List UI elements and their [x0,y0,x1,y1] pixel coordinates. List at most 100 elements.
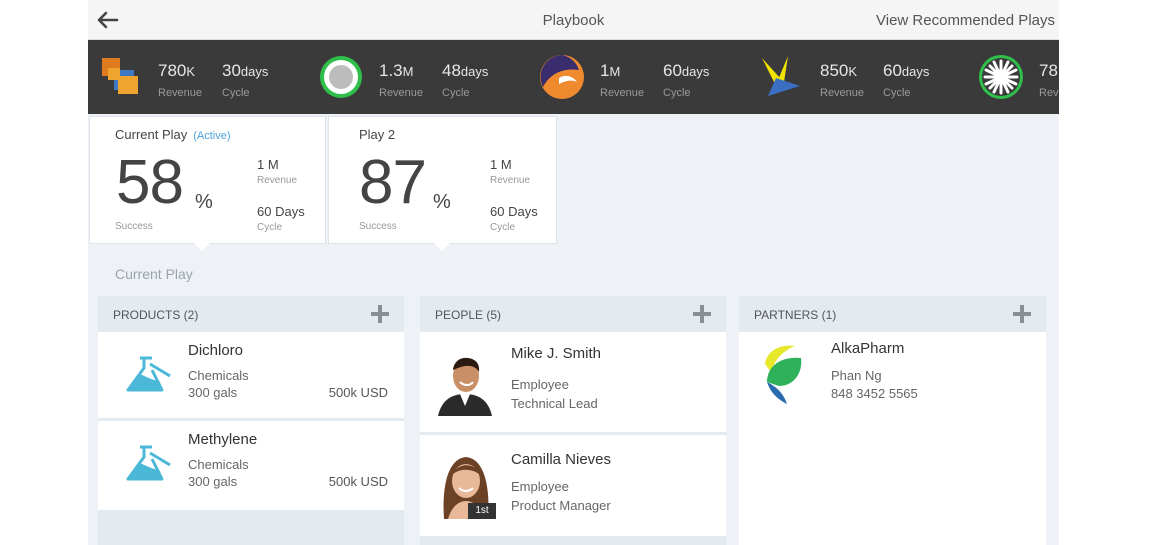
play-cycle-value: 60 Days [257,204,305,219]
person-type: Employee [511,377,569,392]
play-title: Current Play [115,127,188,142]
partner-contact: Phan Ng [831,368,882,383]
stat-item[interactable]: 78 Rev [978,40,1059,114]
product-item[interactable]: Methylene Chemicals 300 gals 500k USD [98,421,404,510]
yellow-y-logo-icon [762,56,800,96]
green-starburst-logo-icon [979,55,1023,99]
stat-revenue-value: 850 [820,61,849,80]
stat-revenue-unit: K [186,64,196,79]
person-item[interactable]: Mike J. Smith Employee Technical Lead [420,332,726,432]
stat-item[interactable]: 780K Revenue 30days Cycle [100,40,300,114]
stats-bar: 780K Revenue 30days Cycle 1.3M Revenue 4… [88,40,1059,114]
partner-name: AlkaPharm [831,340,905,357]
person-role: Technical Lead [511,396,598,411]
play-title: Play 2 [359,127,396,142]
play-cycle-value: 60 Days [490,204,538,219]
product-name: Methylene [188,431,258,448]
stat-revenue-unit: K [848,64,858,79]
stat-revenue-label: Revenue [379,87,424,99]
play-success-percent: 58 [116,148,184,217]
products-header: PRODUCTS (2) [98,296,404,331]
success-label: Success [115,221,153,232]
stat-revenue-value: 780 [158,61,187,80]
stat-item[interactable]: 1.3M Revenue 48days Cycle [318,40,518,114]
app-window: Playbook View Recommended Plays 780K Rev… [88,0,1059,545]
stat-revenue-value: 1.3 [379,61,403,80]
stat-revenue-value: 78 [1039,61,1058,80]
stat-cycle-unit: days [681,64,710,79]
stat-cycle-label: Cycle [222,87,250,99]
active-play-caret [194,243,210,251]
play-success-percent: 87 [359,148,427,217]
play-status-badge: (Active) [193,130,231,142]
play-card-2[interactable]: Play 2 87 % Success 1 M Revenue 60 Days … [328,116,557,244]
partners-header: PARTNERS (1) [739,296,1046,331]
product-category: Chemicals [188,368,249,383]
stat-cycle-label: Cycle [883,87,911,99]
success-label: Success [359,221,397,232]
stat-revenue-unit: M [609,64,621,79]
partner-item[interactable]: AlkaPharm Phan Ng 848 3452 5565 [739,332,1046,545]
person-item[interactable]: 1st Camilla Nieves Employee Product Mana… [420,435,726,536]
stat-revenue-label: Revenue [820,87,865,99]
alkapharm-logo-icon [765,345,802,404]
add-person-plus-icon[interactable] [692,304,712,324]
flask-icon [126,356,171,392]
play-revenue-label: Revenue [490,175,531,186]
products-title: PRODUCTS (2) [113,308,199,322]
view-recommended-plays-link[interactable]: View Recommended Plays [876,12,1055,29]
person-role: Product Manager [511,498,611,513]
stat-cycle-value: 30 [222,61,241,80]
person-name: Mike J. Smith [511,345,602,362]
stat-item[interactable]: 850K Revenue 60days Cycle [758,40,958,114]
stat-item[interactable]: 1M Revenue 60days Cycle [539,40,739,114]
product-price: 500k USD [328,385,388,400]
product-quantity: 300 gals [188,385,238,400]
products-column: PRODUCTS (2) Dichloro Chemicals 300 gals… [98,296,404,545]
stat-revenue-label: Revenue [158,87,203,99]
product-name: Dichloro [188,342,244,359]
product-price: 500k USD [328,474,388,489]
play-cycle-label: Cycle [490,222,516,233]
partners-title: PARTNERS (1) [754,308,837,322]
people-header: PEOPLE (5) [420,296,726,331]
section-title: Current Play [115,266,193,282]
orange-squares-logo-icon [102,58,138,94]
stat-revenue-unit: M [402,64,414,79]
play-card-current[interactable]: Current Play (Active) 58 % Success 1 M Re… [89,116,326,244]
stat-revenue-label: Revenue [600,87,645,99]
avatar [434,352,496,416]
play-revenue-value: 1 M [257,157,279,172]
green-ring-logo-icon [320,56,362,98]
play-revenue-value: 1 M [490,157,512,172]
stat-cycle-unit: days [240,64,269,79]
add-product-plus-icon[interactable] [370,304,390,324]
play-caret [434,243,450,251]
stat-cycle-label: Cycle [663,87,691,99]
product-quantity: 300 gals [188,474,238,489]
percent-sign: % [195,191,213,213]
person-type: Employee [511,479,569,494]
product-category: Chemicals [188,457,249,472]
stat-cycle-unit: days [901,64,930,79]
connection-badge: 1st [468,503,496,519]
people-column: PEOPLE (5) Mike J. Smith Employee Techni… [420,296,726,545]
partner-phone: 848 3452 5565 [831,386,918,401]
partners-column: PARTNERS (1) AlkaPharm Phan Ng 848 3452 … [739,296,1046,545]
play-cycle-label: Cycle [257,222,283,233]
orange-swirl-logo-icon [540,55,584,99]
flask-icon [126,445,171,481]
play-revenue-label: Revenue [257,175,298,186]
top-bar: Playbook View Recommended Plays [88,0,1059,40]
stat-cycle-label: Cycle [442,87,470,99]
stat-cycle-value: 48 [442,61,461,80]
percent-sign: % [433,191,451,213]
stat-revenue-label: Rev [1039,87,1059,99]
person-name: Camilla Nieves [511,451,612,468]
add-partner-plus-icon[interactable] [1012,304,1032,324]
stat-cycle-unit: days [460,64,489,79]
stat-cycle-value: 60 [663,61,682,80]
people-title: PEOPLE (5) [435,308,502,322]
product-item[interactable]: Dichloro Chemicals 300 gals 500k USD [98,332,404,418]
stat-cycle-value: 60 [883,61,902,80]
